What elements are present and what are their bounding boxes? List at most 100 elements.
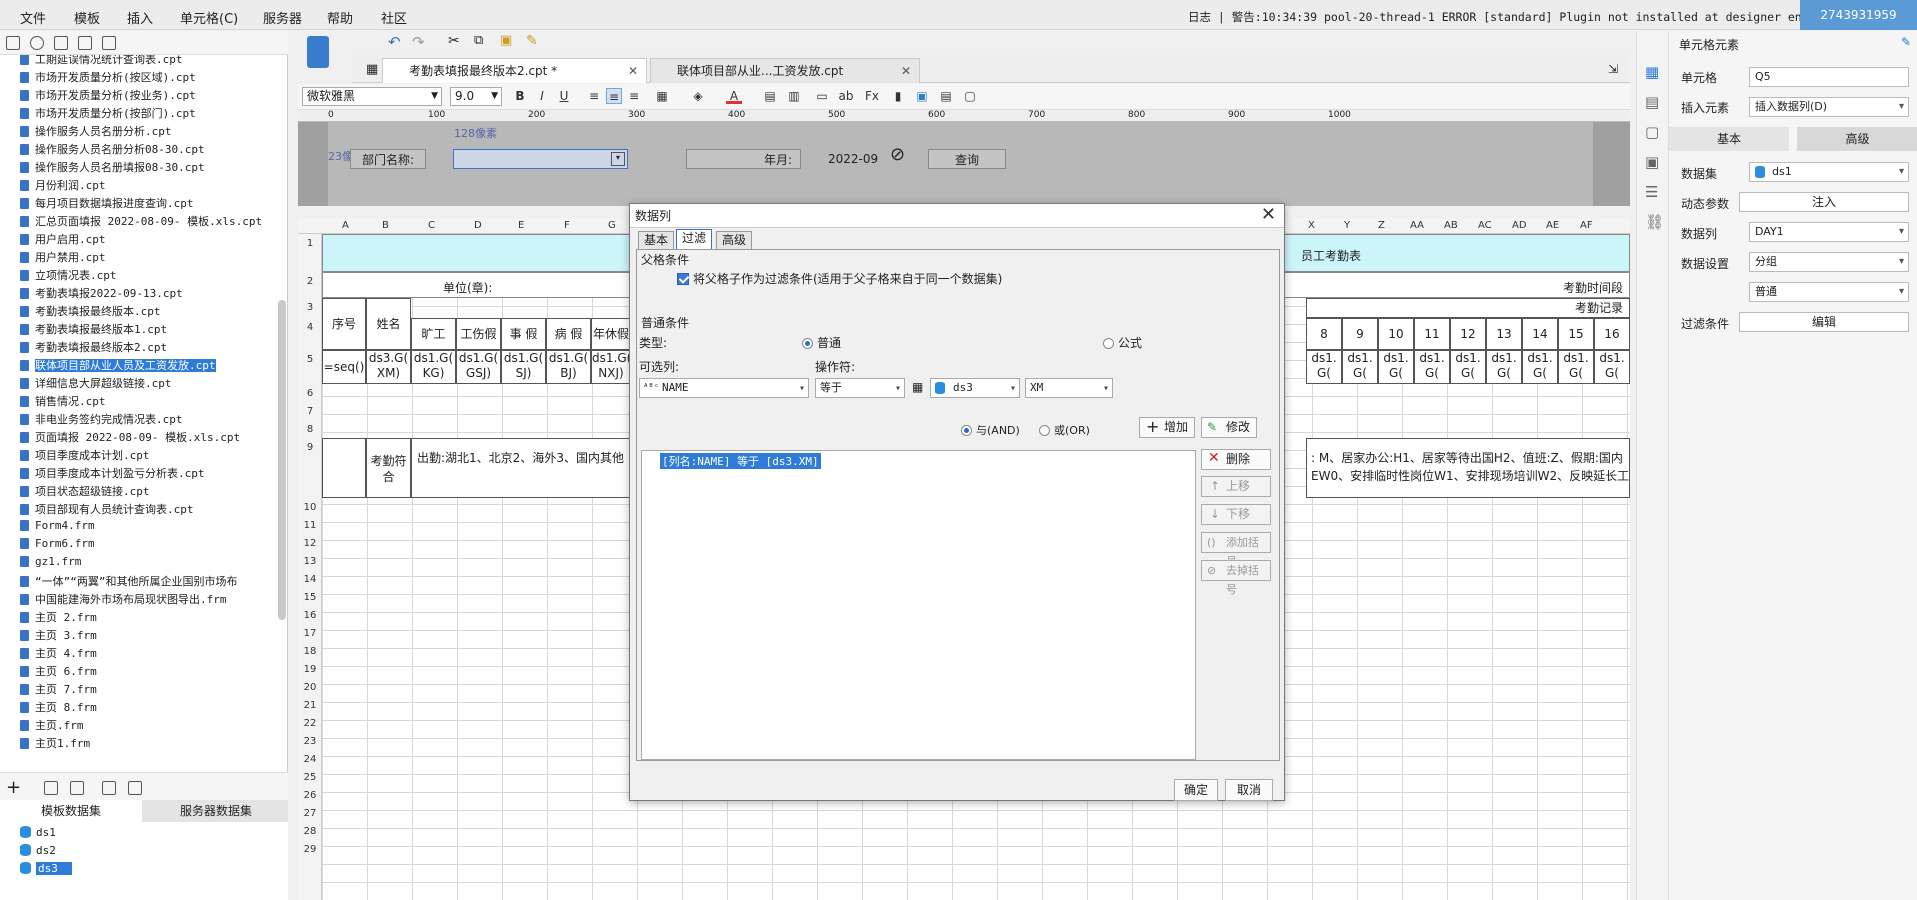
move-down-button[interactable]: ↓ 下移 xyxy=(1201,504,1271,525)
close-icon[interactable]: ✕ xyxy=(1261,205,1276,225)
tree-item[interactable]: 主页 7.frm xyxy=(20,681,97,698)
row-header-cell[interactable]: 12 xyxy=(298,538,322,549)
dataset-item[interactable]: ds3 xyxy=(20,862,72,875)
tree-item[interactable]: “一体”“两翼”和其他所属企业国别市场布 xyxy=(20,573,238,590)
tree-item[interactable]: 主页 8.frm xyxy=(20,699,97,716)
condition-item[interactable]: [列名:NAME] 等于 [ds3.XM] xyxy=(660,453,821,469)
day-header[interactable]: 15 xyxy=(1558,318,1594,350)
tree-item[interactable]: 月份利润.cpt xyxy=(20,177,106,194)
day-cell[interactable]: ds1. G( xyxy=(1486,350,1522,384)
tree-item[interactable]: Form6.frm xyxy=(20,537,95,554)
hidden-eye-icon[interactable]: ⊘ xyxy=(890,145,905,165)
tree-item[interactable]: 操作服务人员名册分析08-30.cpt xyxy=(20,141,205,158)
tree-item[interactable]: 每月项目数据填报进度查询.cpt xyxy=(20,195,194,212)
chevron-down-icon[interactable]: ▾ xyxy=(611,152,625,166)
filter-edit-button[interactable]: 编辑 xyxy=(1739,312,1909,332)
nxj-header[interactable]: 年休假 xyxy=(591,318,631,350)
query-button[interactable]: 查询 xyxy=(928,149,1006,169)
day-cell[interactable]: ds1. G( xyxy=(1414,350,1450,384)
row-header-cell[interactable]: 1 xyxy=(298,238,322,249)
tab-menu-icon[interactable]: ⇲ xyxy=(1608,62,1618,76)
chart-icon[interactable]: ▮ xyxy=(890,88,906,104)
menu-help[interactable]: 帮助 xyxy=(327,8,353,27)
refresh-dataset-icon[interactable] xyxy=(128,781,142,795)
inject-button[interactable]: 注入 xyxy=(1739,192,1909,212)
data-column-select[interactable]: DAY1 ▾ xyxy=(1749,222,1909,242)
day-cell[interactable]: ds1. G( xyxy=(1378,350,1414,384)
tab-basic-panel[interactable]: 基本 xyxy=(1669,127,1789,151)
align-left-icon[interactable]: ≡ xyxy=(586,88,602,104)
tree-item[interactable]: 非电业务签约完成情况表.cpt xyxy=(20,411,183,428)
row-header-cell[interactable]: 2 xyxy=(298,276,322,287)
close-icon[interactable]: ✕ xyxy=(628,59,638,83)
column-header-cell[interactable]: AF xyxy=(1580,220,1593,231)
cell-attr-icon[interactable]: ▤ xyxy=(1645,93,1659,111)
cell-g5[interactable]: ds1.G( NXJ) xyxy=(591,350,631,384)
menu-community[interactable]: 社区 xyxy=(381,8,407,27)
row-header-cell[interactable]: 21 xyxy=(298,700,322,711)
row-header-cell[interactable]: 16 xyxy=(298,610,322,621)
column-header-cell[interactable]: AE xyxy=(1546,220,1559,231)
tree-item[interactable]: 详细信息大屏超级链接.cpt xyxy=(20,375,172,392)
day-cell[interactable]: ds1. G( xyxy=(1594,350,1630,384)
row-header-cell[interactable]: 18 xyxy=(298,646,322,657)
row-header-cell[interactable]: 13 xyxy=(298,556,322,567)
tree-item[interactable]: 考勤表填报2022-09-13.cpt xyxy=(20,285,183,302)
underline-icon[interactable]: U xyxy=(556,88,572,104)
tree-item[interactable]: 主页 3.frm xyxy=(20,627,97,644)
row-header-cell[interactable]: 9 xyxy=(298,442,322,453)
cell-c9[interactable]: 出勤:湖北1、北京2、海外3、国内其他 xyxy=(411,438,631,498)
align-center-icon[interactable]: ≡ xyxy=(606,88,622,104)
tree-item[interactable]: 项目部现有人员统计查询表.cpt xyxy=(20,501,194,518)
cell-element-icon[interactable]: ▦ xyxy=(1645,63,1659,81)
dataset-select[interactable]: ds3 ▾ xyxy=(930,378,1020,398)
tree-item[interactable]: 中国能建海外市场布局现状图导出.frm xyxy=(20,591,227,608)
menu-insert[interactable]: 插入 xyxy=(127,8,153,27)
day-header[interactable]: 14 xyxy=(1522,318,1558,350)
tree-item[interactable]: 考勤表填报最终版本2.cpt xyxy=(20,339,167,356)
undo-icon[interactable]: ↶ xyxy=(388,33,401,51)
tree-item[interactable]: 用户禁用.cpt xyxy=(20,249,106,266)
operator-select[interactable]: 等于 ▾ xyxy=(815,378,905,398)
data-settings-select[interactable]: 分组 ▾ xyxy=(1749,252,1909,272)
tab-template-dataset[interactable]: 模板数据集 xyxy=(0,800,142,822)
delete-button[interactable]: ✕ 删除 xyxy=(1201,449,1271,470)
menu-cell[interactable]: 单元格(C) xyxy=(180,8,238,27)
row-header-cell[interactable]: 26 xyxy=(298,790,322,801)
row-header-cell[interactable]: 8 xyxy=(298,424,322,435)
row-header-cell[interactable]: 6 xyxy=(298,388,322,399)
day-cell[interactable]: ds1. G( xyxy=(1558,350,1594,384)
kg-header[interactable]: 旷工 xyxy=(411,318,456,350)
paste-icon[interactable]: ▣ xyxy=(500,33,512,48)
tree-item[interactable]: 主页.frm xyxy=(20,717,84,734)
day-header[interactable]: 9 xyxy=(1342,318,1378,350)
image-icon[interactable]: ▣ xyxy=(914,88,930,104)
add-dataset-icon[interactable]: + xyxy=(6,777,21,798)
font-family-select[interactable]: 微软雅黑 ▼ xyxy=(302,87,442,106)
tree-item[interactable]: 立项情况表.cpt xyxy=(20,267,117,284)
row-header-cell[interactable]: 10 xyxy=(298,502,322,513)
type-normal-radio[interactable]: 普通 xyxy=(802,334,841,351)
row-header-cell[interactable]: 29 xyxy=(298,844,322,855)
tree-item[interactable]: gz1.frm xyxy=(20,555,81,572)
widget-settings-icon[interactable]: ▢ xyxy=(1645,123,1659,141)
menu-server[interactable]: 服务器 xyxy=(263,8,302,27)
day-header[interactable]: 12 xyxy=(1450,318,1486,350)
column-select[interactable]: ᴬᴮᶜ NAME ▾ xyxy=(639,378,809,398)
row-header-cell[interactable]: 28 xyxy=(298,826,322,837)
row-header-cell[interactable]: 19 xyxy=(298,664,322,675)
row-header-cell[interactable]: 27 xyxy=(298,808,322,819)
tree-item[interactable]: 市场开发质量分析(按区域).cpt xyxy=(20,69,196,86)
row-header-cell[interactable]: 23 xyxy=(298,736,322,747)
cancel-button[interactable]: 取消 xyxy=(1225,779,1273,801)
hyperlink-icon[interactable]: ⛓ xyxy=(1645,213,1664,231)
bold-icon[interactable]: B xyxy=(512,88,528,104)
paste-icon[interactable] xyxy=(102,36,116,50)
row-header-cell[interactable]: 25 xyxy=(298,772,322,783)
tree-item[interactable]: 主页 6.frm xyxy=(20,663,97,680)
gsj-header[interactable]: 工伤假 xyxy=(456,318,501,350)
day-header[interactable]: 13 xyxy=(1486,318,1522,350)
copy-icon[interactable] xyxy=(78,36,92,50)
column-header-cell[interactable]: C xyxy=(428,220,435,231)
record-header[interactable]: 考勤记录 xyxy=(1306,298,1630,318)
